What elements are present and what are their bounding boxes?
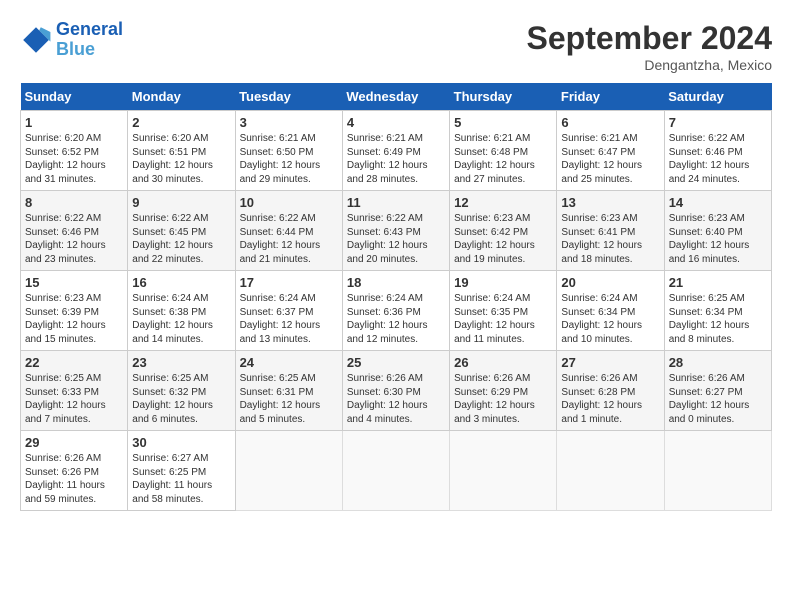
table-row: 11Sunrise: 6:22 AMSunset: 6:43 PMDayligh… bbox=[342, 191, 449, 271]
logo: General Blue bbox=[20, 20, 123, 60]
table-row: 18Sunrise: 6:24 AMSunset: 6:36 PMDayligh… bbox=[342, 271, 449, 351]
table-row: 25Sunrise: 6:26 AMSunset: 6:30 PMDayligh… bbox=[342, 351, 449, 431]
col-tuesday: Tuesday bbox=[235, 83, 342, 111]
table-row: 2Sunrise: 6:20 AMSunset: 6:51 PMDaylight… bbox=[128, 111, 235, 191]
col-saturday: Saturday bbox=[664, 83, 771, 111]
table-row: 4Sunrise: 6:21 AMSunset: 6:49 PMDaylight… bbox=[342, 111, 449, 191]
table-row: 26Sunrise: 6:26 AMSunset: 6:29 PMDayligh… bbox=[450, 351, 557, 431]
col-friday: Friday bbox=[557, 83, 664, 111]
table-row: 19Sunrise: 6:24 AMSunset: 6:35 PMDayligh… bbox=[450, 271, 557, 351]
table-row bbox=[557, 431, 664, 511]
table-row: 21Sunrise: 6:25 AMSunset: 6:34 PMDayligh… bbox=[664, 271, 771, 351]
location: Dengantzha, Mexico bbox=[527, 57, 772, 73]
table-row: 17Sunrise: 6:24 AMSunset: 6:37 PMDayligh… bbox=[235, 271, 342, 351]
month-title: September 2024 bbox=[527, 20, 772, 57]
title-block: September 2024 Dengantzha, Mexico bbox=[527, 20, 772, 73]
table-row: 23Sunrise: 6:25 AMSunset: 6:32 PMDayligh… bbox=[128, 351, 235, 431]
table-row: 3Sunrise: 6:21 AMSunset: 6:50 PMDaylight… bbox=[235, 111, 342, 191]
table-row bbox=[450, 431, 557, 511]
table-row: 20Sunrise: 6:24 AMSunset: 6:34 PMDayligh… bbox=[557, 271, 664, 351]
table-row bbox=[235, 431, 342, 511]
table-row bbox=[342, 431, 449, 511]
table-row: 5Sunrise: 6:21 AMSunset: 6:48 PMDaylight… bbox=[450, 111, 557, 191]
table-row: 24Sunrise: 6:25 AMSunset: 6:31 PMDayligh… bbox=[235, 351, 342, 431]
table-row: 10Sunrise: 6:22 AMSunset: 6:44 PMDayligh… bbox=[235, 191, 342, 271]
table-row: 9Sunrise: 6:22 AMSunset: 6:45 PMDaylight… bbox=[128, 191, 235, 271]
col-monday: Monday bbox=[128, 83, 235, 111]
table-row bbox=[664, 431, 771, 511]
calendar-table: Sunday Monday Tuesday Wednesday Thursday… bbox=[20, 83, 772, 511]
header-row: Sunday Monday Tuesday Wednesday Thursday… bbox=[21, 83, 772, 111]
table-row: 6Sunrise: 6:21 AMSunset: 6:47 PMDaylight… bbox=[557, 111, 664, 191]
table-row: 1Sunrise: 6:20 AMSunset: 6:52 PMDaylight… bbox=[21, 111, 128, 191]
table-row: 15Sunrise: 6:23 AMSunset: 6:39 PMDayligh… bbox=[21, 271, 128, 351]
table-row: 14Sunrise: 6:23 AMSunset: 6:40 PMDayligh… bbox=[664, 191, 771, 271]
col-wednesday: Wednesday bbox=[342, 83, 449, 111]
table-row: 13Sunrise: 6:23 AMSunset: 6:41 PMDayligh… bbox=[557, 191, 664, 271]
col-thursday: Thursday bbox=[450, 83, 557, 111]
table-row: 29Sunrise: 6:26 AMSunset: 6:26 PMDayligh… bbox=[21, 431, 128, 511]
page-header: General Blue September 2024 Dengantzha, … bbox=[20, 20, 772, 73]
table-row: 27Sunrise: 6:26 AMSunset: 6:28 PMDayligh… bbox=[557, 351, 664, 431]
col-sunday: Sunday bbox=[21, 83, 128, 111]
table-row: 28Sunrise: 6:26 AMSunset: 6:27 PMDayligh… bbox=[664, 351, 771, 431]
table-row: 8Sunrise: 6:22 AMSunset: 6:46 PMDaylight… bbox=[21, 191, 128, 271]
table-row: 16Sunrise: 6:24 AMSunset: 6:38 PMDayligh… bbox=[128, 271, 235, 351]
table-row: 7Sunrise: 6:22 AMSunset: 6:46 PMDaylight… bbox=[664, 111, 771, 191]
table-row: 12Sunrise: 6:23 AMSunset: 6:42 PMDayligh… bbox=[450, 191, 557, 271]
table-row: 30Sunrise: 6:27 AMSunset: 6:25 PMDayligh… bbox=[128, 431, 235, 511]
table-row: 22Sunrise: 6:25 AMSunset: 6:33 PMDayligh… bbox=[21, 351, 128, 431]
logo-text: General Blue bbox=[56, 20, 123, 60]
logo-icon bbox=[20, 24, 52, 56]
